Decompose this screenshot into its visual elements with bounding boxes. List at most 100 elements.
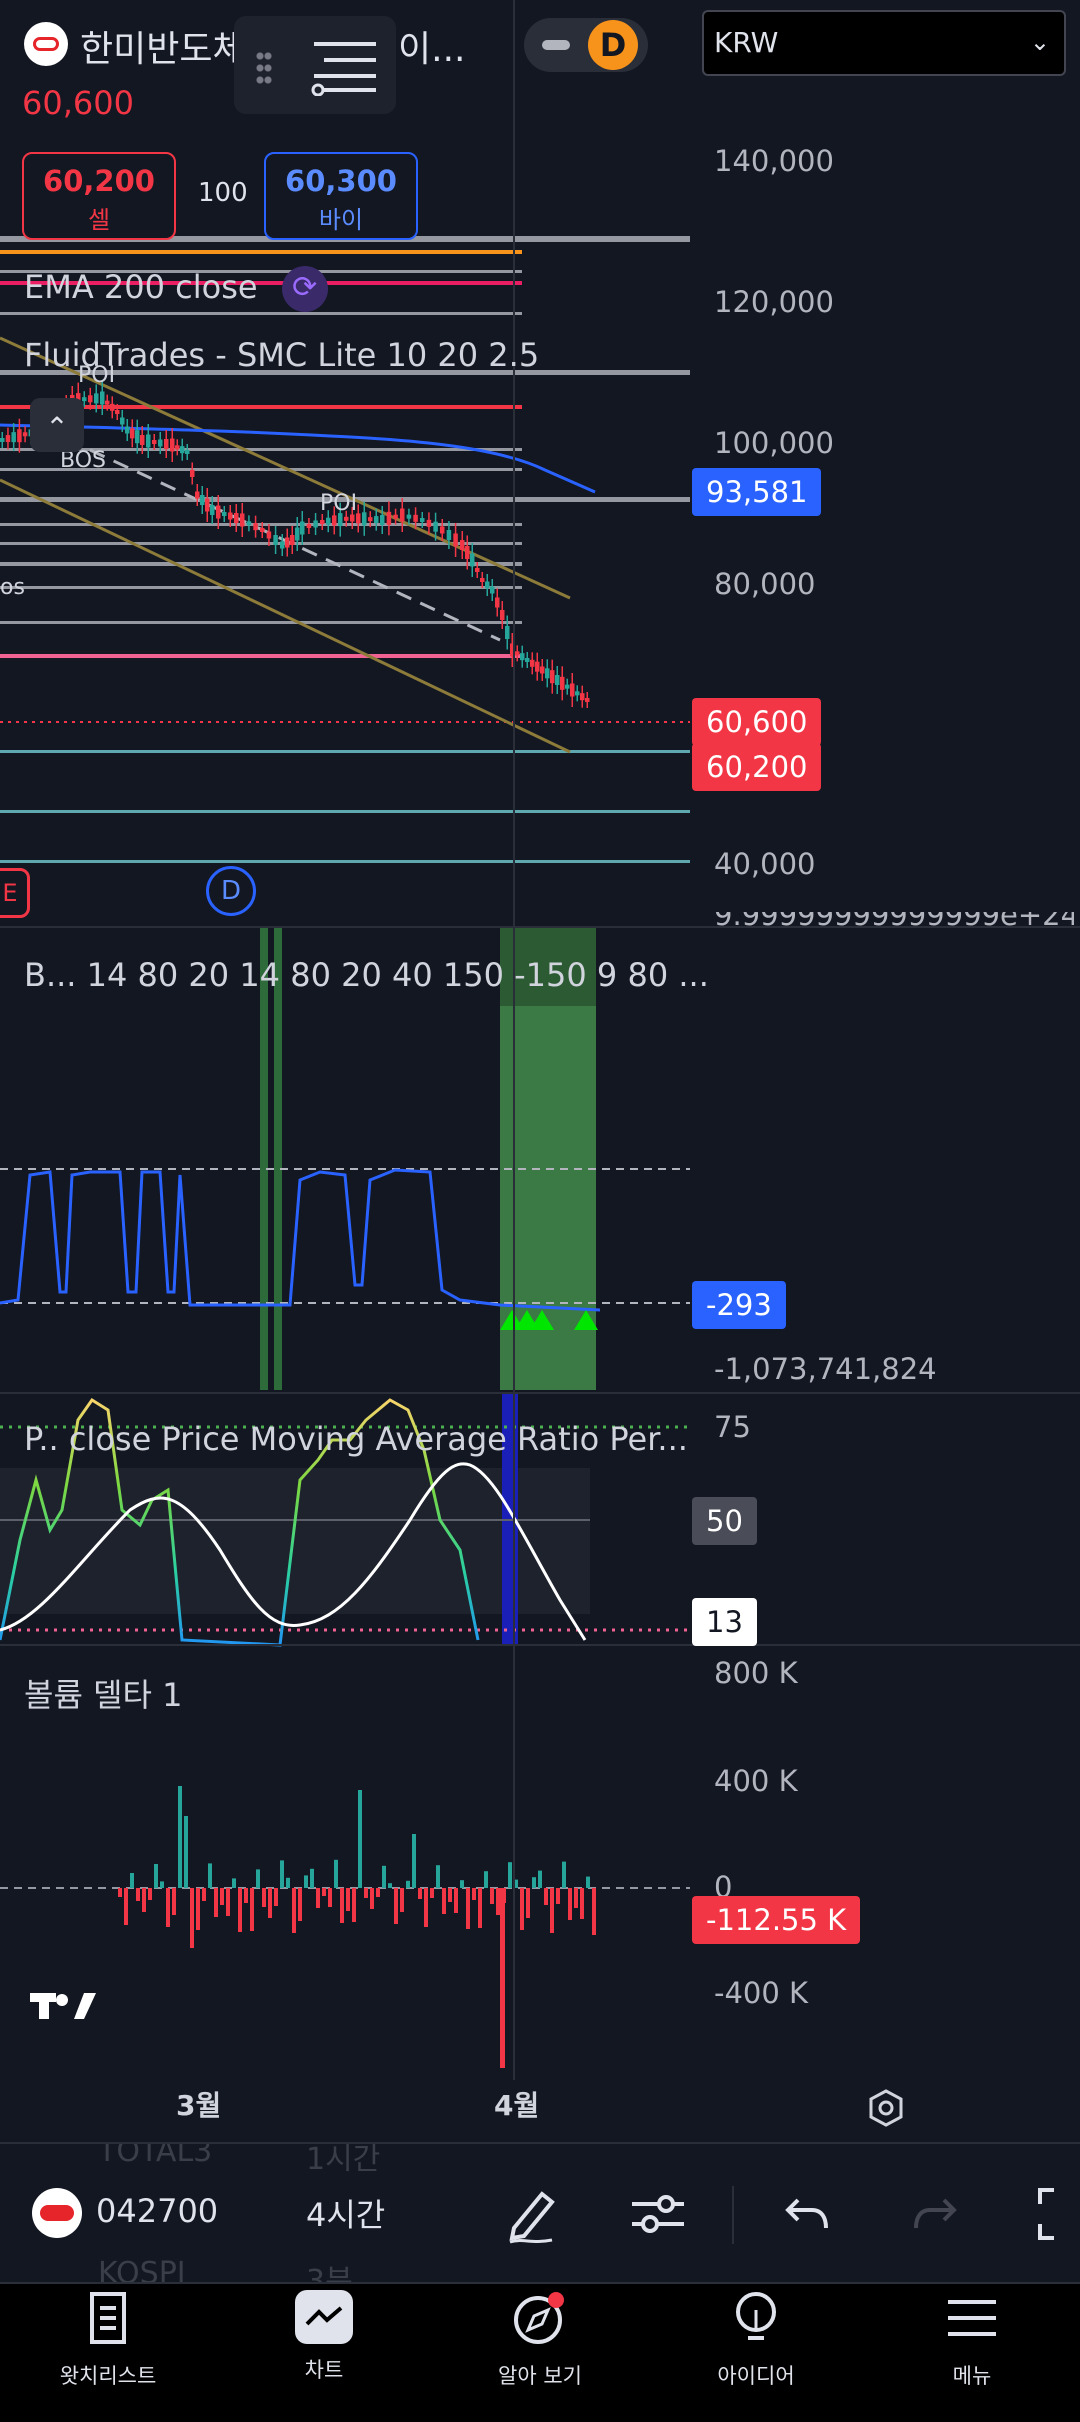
pane-separator-2[interactable]: [0, 1392, 1080, 1394]
watchlist-icon: [90, 2292, 126, 2344]
volume-bar: [500, 1888, 505, 2068]
volume-bar: [208, 1863, 212, 1888]
nav-explore[interactable]: 알아 보기: [432, 2290, 648, 2390]
volume-legend[interactable]: 볼륨 델타 1: [24, 1670, 182, 1716]
sync-icon[interactable]: ⟳: [281, 266, 328, 312]
toolbar-symbol-code[interactable]: 042700: [96, 2192, 218, 2230]
sell-price: 60,200: [43, 164, 155, 198]
volume-bar: [214, 1888, 218, 1917]
candle: [453, 533, 458, 547]
volume-bar: [586, 1876, 590, 1888]
candle: [205, 498, 210, 512]
osc1-axis-bottom: -1,073,741,824: [714, 1352, 937, 1386]
object-tree-button[interactable]: [234, 16, 396, 114]
candle: [266, 531, 272, 539]
bottom-toolbar: TOTAL3 1시간 KOSPI 3분 042700 4시간: [0, 2142, 1080, 2284]
candle: [406, 514, 412, 519]
chart-canvas[interactable]: POI BOS POI os: [0, 0, 1080, 2140]
volume-bar: [130, 1873, 134, 1888]
volume-bar: [568, 1888, 572, 1920]
volume-bar: [190, 1888, 194, 1948]
candle: [280, 541, 285, 549]
volume-bar: [238, 1888, 242, 1932]
osc2-legend[interactable]: P.. close Price Moving Average Ratio Per…: [24, 1420, 688, 1458]
volume-bar: [256, 1869, 260, 1888]
nav-ideas[interactable]: 아이디어: [648, 2290, 864, 2390]
volume-bar: [526, 1888, 530, 1918]
ema-legend-text: EMA 200 close: [24, 268, 258, 306]
volume-bar: [334, 1859, 338, 1888]
volume-bar: [364, 1888, 368, 1898]
candle: [306, 524, 312, 528]
candle: [490, 586, 495, 594]
symbol-title[interactable]: 한미반도체: [80, 20, 246, 72]
volume-bar: [508, 1862, 512, 1888]
volume-bar: [346, 1888, 350, 1911]
volume-bar: [172, 1888, 176, 1915]
volume-bar: [400, 1888, 404, 1912]
volume-bar: [592, 1888, 596, 1935]
toolbar-symbol-logo[interactable]: [32, 2188, 82, 2238]
candle: [0, 438, 5, 442]
candle: [216, 505, 221, 519]
nav-label: 알아 보기: [498, 2364, 582, 2388]
volume-bar: [580, 1888, 584, 1919]
indicator-settings-icon[interactable]: [628, 2184, 688, 2244]
price-axis-label: 140,000: [714, 144, 834, 178]
volume-bar: [196, 1888, 200, 1930]
compass-icon: [514, 2292, 564, 2344]
interval-badge[interactable]: D: [588, 20, 638, 70]
volume-bar: [220, 1888, 224, 1905]
collapse-legend-button[interactable]: ⌃: [30, 398, 84, 452]
indicator-legend-smc[interactable]: FluidTrades - SMC Lite 10 20 2.5: [24, 336, 539, 374]
volume-value-tag: -112.55 K: [692, 1896, 861, 1944]
settings-hex-icon[interactable]: [866, 2088, 906, 2132]
hamburger-menu-icon: [948, 2300, 996, 2336]
candle: [300, 521, 305, 535]
minus-icon[interactable]: [542, 40, 570, 50]
sell-button[interactable]: 60,200 셀: [22, 152, 176, 240]
dividend-event-marker[interactable]: D: [206, 866, 256, 916]
candle: [446, 530, 452, 540]
candle: [195, 491, 200, 499]
interval-pill[interactable]: D: [524, 18, 648, 72]
osc1-legend[interactable]: B... 14 80 20 14 80 20 40 150 -150 9 80 …: [24, 956, 709, 994]
volume-bar: [178, 1786, 182, 1888]
spread-value: 100: [198, 178, 248, 208]
candle: [313, 520, 318, 528]
nav-menu[interactable]: 메뉴: [864, 2290, 1080, 2390]
candle: [540, 666, 545, 674]
currency-select[interactable]: KRW ⌄: [702, 10, 1066, 76]
candle: [560, 676, 565, 690]
volume-bar: [316, 1888, 320, 1908]
nav-watchlist[interactable]: 왓치리스트: [0, 2290, 216, 2390]
redo-icon[interactable]: [910, 2190, 960, 2240]
fullscreen-icon[interactable]: [1030, 2184, 1070, 2244]
candle: [200, 495, 205, 505]
candle: [545, 668, 550, 679]
nav-label: 차트: [304, 2358, 344, 2382]
indicator-legend-ema[interactable]: EMA 200 close ⟳: [24, 266, 328, 312]
pane-separator-3[interactable]: [0, 1644, 1080, 1646]
toolbar-interval[interactable]: 4시간: [306, 2190, 385, 2236]
osc2-background: [0, 1468, 590, 1614]
time-axis-label-march: 3월: [176, 2089, 222, 2122]
volume-axis-label: 800 K: [714, 1656, 798, 1690]
buy-button[interactable]: 60,300 바이: [264, 152, 418, 240]
drag-handle-icon: [256, 50, 272, 86]
event-e-text: E: [2, 879, 18, 907]
volume-bar: [550, 1888, 554, 1933]
candle: [17, 429, 22, 443]
volume-bar: [322, 1888, 326, 1896]
earnings-event-marker[interactable]: E: [0, 868, 30, 918]
undo-icon[interactable]: [782, 2190, 832, 2240]
pencil-icon[interactable]: [502, 2184, 562, 2244]
volume-bar: [496, 1888, 500, 1915]
symbol-logo[interactable]: [24, 22, 68, 66]
candle: [22, 432, 28, 437]
candle: [110, 403, 115, 411]
nav-chart[interactable]: 차트: [216, 2290, 432, 2384]
candle: [170, 438, 175, 452]
volume-bar: [184, 1816, 188, 1888]
candle: [273, 535, 278, 545]
